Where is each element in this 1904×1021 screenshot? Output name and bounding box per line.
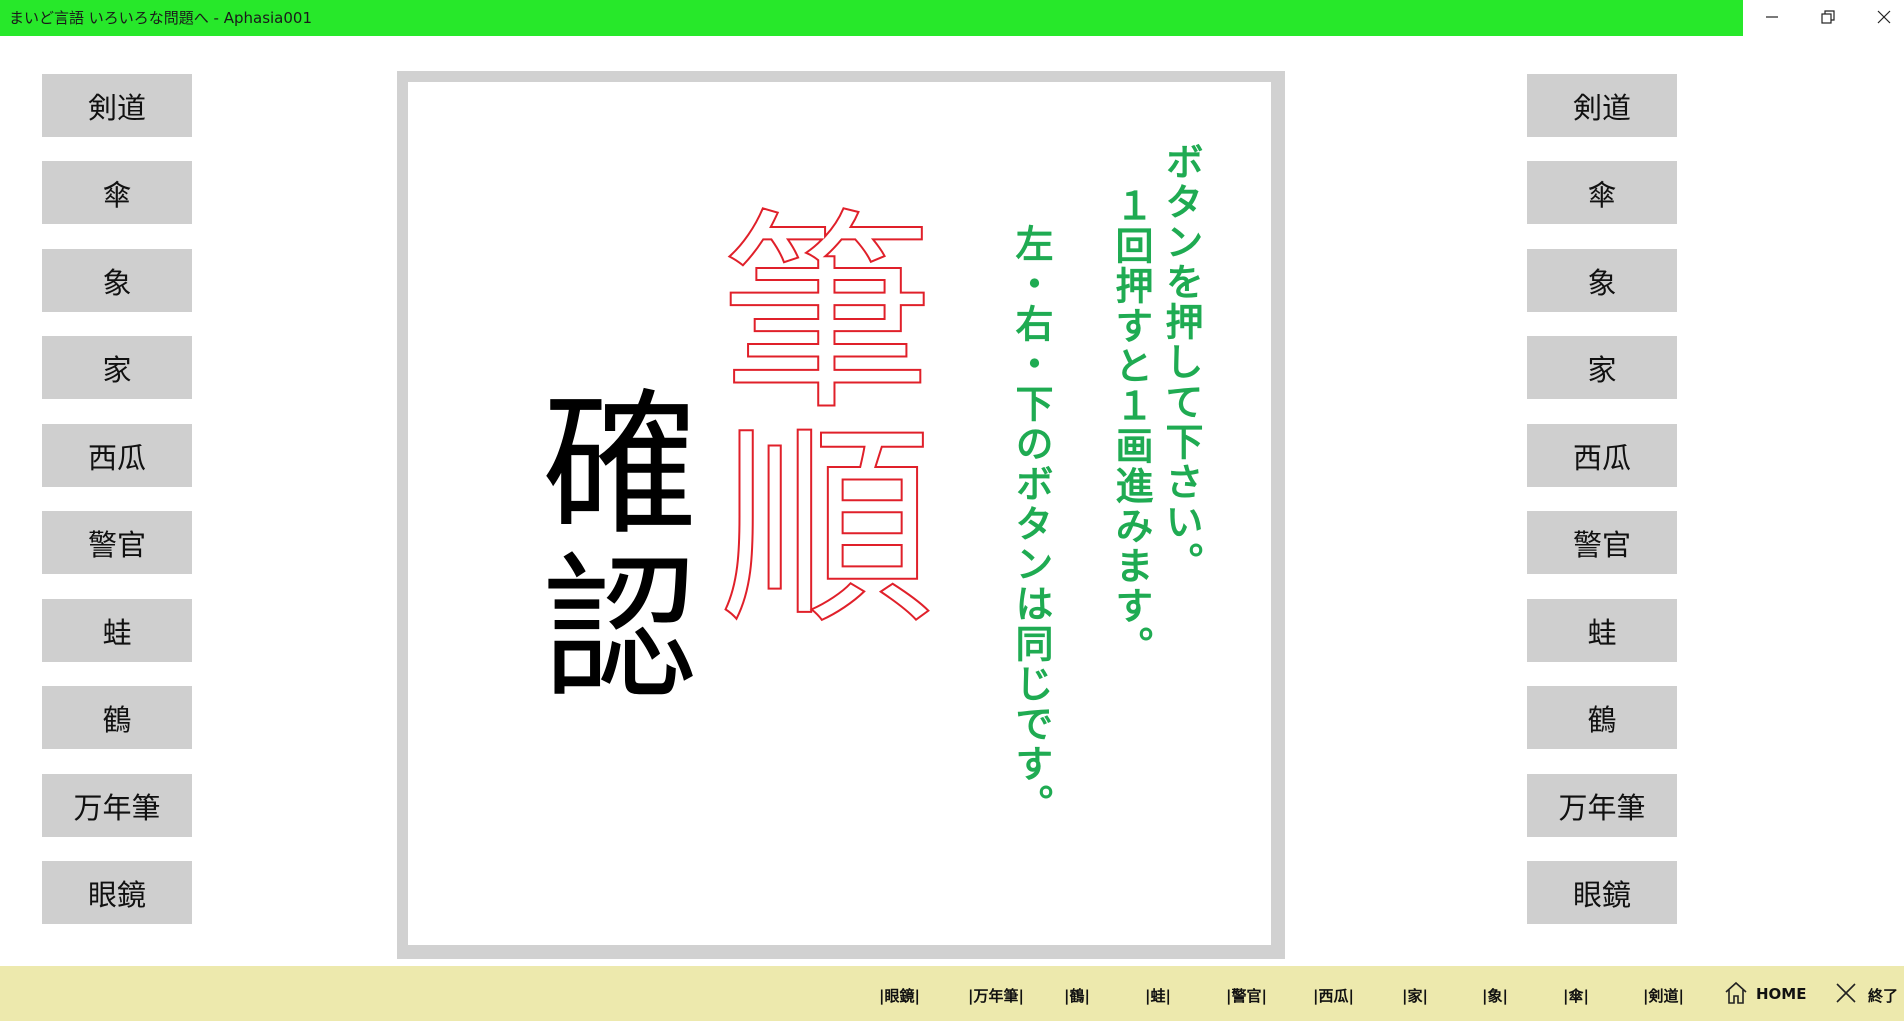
right-button-kasa[interactable]: 傘	[1527, 161, 1677, 224]
left-button-kendo[interactable]: 剣道	[42, 74, 192, 137]
right-button-ie[interactable]: 家	[1527, 336, 1677, 399]
close-icon	[1836, 983, 1856, 1003]
left-button-megane[interactable]: 眼鏡	[42, 861, 192, 924]
left-button-ie[interactable]: 家	[42, 336, 192, 399]
nav-mannenhitsu[interactable]: |万年筆|	[968, 985, 1024, 1006]
left-button-kasa[interactable]: 傘	[42, 161, 192, 224]
restore-button[interactable]	[1800, 0, 1856, 34]
bottom-nav-bar: |眼鏡| |万年筆| |鶴| |蛙| |警官| |西瓜| |家| |象| |傘|…	[0, 966, 1904, 1021]
board-canvas: 確認 筆順 ボタンを押して下さい。 １回押すと１画進みます。 左・右・下のボタン…	[408, 82, 1271, 945]
title-bar: まいど言語 いろいろな問題へ - Aphasia001	[0, 0, 1904, 36]
minimize-icon	[1766, 16, 1778, 18]
nav-ie[interactable]: |家|	[1402, 985, 1428, 1006]
home-icon	[1725, 981, 1747, 1004]
exit-button[interactable]: 終了	[1832, 966, 1902, 1021]
left-button-suika[interactable]: 西瓜	[42, 424, 192, 487]
nav-suika[interactable]: |西瓜|	[1313, 985, 1354, 1006]
nav-keikan[interactable]: |警官|	[1226, 985, 1267, 1006]
exit-label: 終了	[1868, 987, 1899, 1005]
home-label: HOME	[1756, 985, 1807, 1003]
nav-megane[interactable]: |眼鏡|	[879, 985, 920, 1006]
nav-zou[interactable]: |象|	[1482, 985, 1508, 1006]
right-button-tsuru[interactable]: 鶴	[1527, 686, 1677, 749]
nav-tsuru[interactable]: |鶴|	[1064, 985, 1090, 1006]
title-bar-accent: まいど言語 いろいろな問題へ - Aphasia001	[0, 0, 1743, 36]
instruction-line-1: ボタンを押して下さい。	[1159, 142, 1203, 582]
instruction-line-3: 左・右・下のボタンは同じです。	[1009, 224, 1053, 824]
close-icon	[1877, 10, 1891, 24]
left-button-zou[interactable]: 象	[42, 249, 192, 312]
kanji-stroke-order: 筆順	[682, 199, 933, 629]
home-button[interactable]: HOME	[1722, 966, 1812, 1021]
minimize-button[interactable]	[1744, 0, 1800, 34]
restore-icon	[1821, 10, 1835, 24]
left-button-kaeru[interactable]: 蛙	[42, 599, 192, 662]
right-button-keikan[interactable]: 警官	[1527, 511, 1677, 574]
kanji-confirm: 確認	[515, 382, 697, 710]
window-title: まいど言語 いろいろな問題へ - Aphasia001	[9, 9, 313, 27]
left-button-keikan[interactable]: 警官	[42, 511, 192, 574]
right-button-megane[interactable]: 眼鏡	[1527, 861, 1677, 924]
right-button-suika[interactable]: 西瓜	[1527, 424, 1677, 487]
instruction-line-2: １回押すと１画進みます。	[1109, 186, 1153, 666]
nav-kasa[interactable]: |傘|	[1563, 985, 1589, 1006]
right-button-zou[interactable]: 象	[1527, 249, 1677, 312]
nav-kaeru[interactable]: |蛙|	[1145, 985, 1171, 1006]
right-button-kaeru[interactable]: 蛙	[1527, 599, 1677, 662]
left-button-mannenhitsu[interactable]: 万年筆	[42, 774, 192, 837]
close-button[interactable]	[1856, 0, 1904, 34]
stroke-order-board[interactable]: 確認 筆順 ボタンを押して下さい。 １回押すと１画進みます。 左・右・下のボタン…	[397, 71, 1285, 959]
right-button-kendo[interactable]: 剣道	[1527, 74, 1677, 137]
left-button-tsuru[interactable]: 鶴	[42, 686, 192, 749]
nav-kendo[interactable]: |剣道|	[1643, 985, 1684, 1006]
right-button-mannenhitsu[interactable]: 万年筆	[1527, 774, 1677, 837]
